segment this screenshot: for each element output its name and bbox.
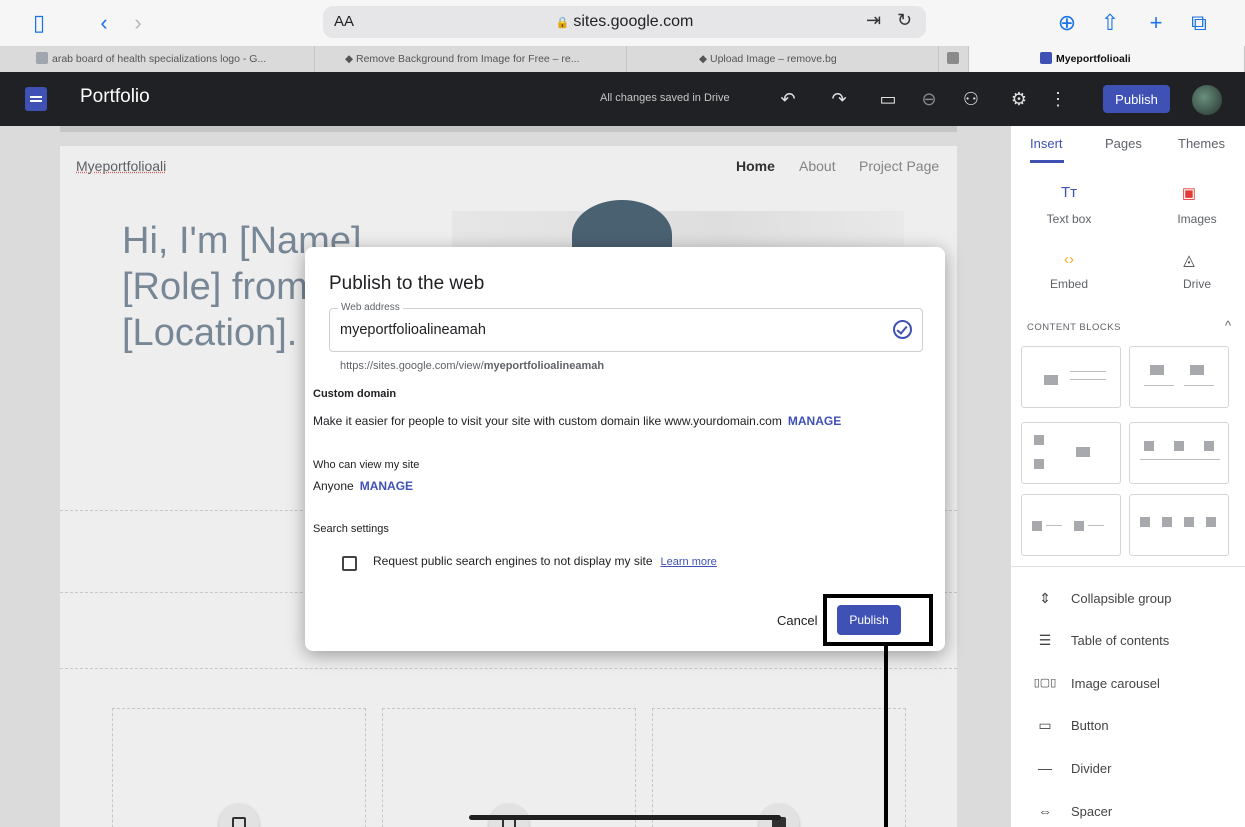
address-text: 🔒 sites.google.com <box>323 13 926 31</box>
panel-divider <box>1011 566 1245 567</box>
tab-pages[interactable]: Pages <box>1105 136 1142 151</box>
content-block-tile[interactable] <box>1129 422 1229 484</box>
tab-insert[interactable]: Insert <box>1030 136 1063 151</box>
address-bar[interactable]: AA 🔒 sites.google.com ⇥ ↻ <box>323 6 926 38</box>
lock-icon: 🔒 <box>555 17 570 29</box>
highlight-pointer <box>884 646 888 827</box>
site-title[interactable]: Portfolio <box>80 86 150 108</box>
reload-icon[interactable]: ↻ <box>897 10 912 31</box>
web-address-input[interactable] <box>340 319 860 341</box>
tab-1[interactable]: arab board of health specializations log… <box>0 46 315 72</box>
content-block-tile[interactable] <box>1021 422 1121 484</box>
content-block-tile[interactable] <box>1129 346 1229 408</box>
custom-domain-title: Custom domain <box>313 388 397 400</box>
dialog-title: Publish to the web <box>329 273 485 294</box>
insert-table-of-contents[interactable]: Table of contents <box>1071 633 1169 648</box>
tab-favicon-icon <box>947 52 959 64</box>
images-icon[interactable]: ▣ <box>1159 184 1219 202</box>
tab-favicon-icon: ◆ <box>699 53 710 65</box>
content-block-tile[interactable] <box>1021 494 1121 556</box>
chevron-up-icon[interactable]: ^ <box>1225 318 1231 333</box>
search-engines-label[interactable]: Request public search engines to not dis… <box>373 554 717 568</box>
more-options-icon[interactable]: ⋮ <box>1046 86 1070 112</box>
share-extension-icon[interactable]: ⇥ <box>866 10 881 31</box>
insert-spacer[interactable]: Spacer <box>1071 804 1112 819</box>
site-url-preview: https://sites.google.com/view/myeportfol… <box>340 360 605 372</box>
custom-domain-manage-link[interactable]: MANAGE <box>788 414 841 428</box>
tab-favicon-icon <box>36 52 48 64</box>
browser-toolbar: ▯ ‹ › AA 🔒 sites.google.com ⇥ ↻ ⊕ ⇧ + ⧉ <box>0 0 1245 46</box>
embed-icon[interactable]: ‹› <box>1039 251 1099 268</box>
insert-collapsible-group[interactable]: Collapsible group <box>1071 591 1171 606</box>
image-carousel-icon: ▯▢▯ <box>1033 677 1057 689</box>
tab-4[interactable] <box>939 46 969 72</box>
insert-divider[interactable]: Divider <box>1071 761 1111 776</box>
search-settings-title: Search settings <box>313 523 389 535</box>
undo-icon[interactable]: ↶ <box>776 86 800 112</box>
new-tab-icon[interactable]: + <box>1141 8 1171 38</box>
share-icon[interactable]: ⇧ <box>1095 8 1125 38</box>
tab-favicon-icon: ◆ <box>345 53 356 65</box>
tab-active[interactable]: Myeportfolioali <box>969 46 1245 72</box>
save-status: All changes saved in Drive <box>600 92 730 104</box>
sites-favicon-icon <box>1040 52 1052 64</box>
back-icon[interactable]: ‹ <box>89 8 119 38</box>
tab-3[interactable]: ◆ Upload Image – remove.bg <box>627 46 939 72</box>
sites-header: Portfolio All changes saved in Drive ↶ ↷… <box>0 72 1245 126</box>
share-with-others-icon[interactable]: ⚇ <box>959 86 983 112</box>
insert-drive[interactable]: Drive <box>1157 277 1237 291</box>
who-can-view-value: Anyone MANAGE <box>313 479 414 493</box>
check-circle-icon <box>893 320 912 339</box>
downloads-icon[interactable]: ⊕ <box>1052 8 1082 38</box>
collapsible-group-icon: ⇕ <box>1039 590 1051 606</box>
tab-bar: arab board of health specializations log… <box>0 46 1245 72</box>
button-icon: ▭ <box>1038 717 1052 733</box>
content-block-tile[interactable] <box>1129 494 1229 556</box>
tab-overview-icon[interactable]: ⧉ <box>1184 8 1214 38</box>
settings-icon[interactable]: ⚙ <box>1007 86 1031 112</box>
url-label: sites.google.com <box>573 13 694 30</box>
divider-icon: — <box>1038 760 1052 776</box>
redo-icon[interactable]: ↷ <box>827 86 851 112</box>
content-blocks-header[interactable]: CONTENT BLOCKS <box>1027 322 1121 333</box>
insert-image-carousel[interactable]: Image carousel <box>1071 676 1160 691</box>
publish-dialog: Publish to the web Web address https://s… <box>305 247 945 651</box>
web-address-label: Web address <box>338 302 403 313</box>
spacer-icon: ⇔ <box>1038 803 1052 819</box>
tab-2[interactable]: ◆ Remove Background from Image for Free … <box>315 46 627 72</box>
insert-button[interactable]: Button <box>1071 718 1109 733</box>
content-block-tile[interactable] <box>1021 346 1121 408</box>
insert-text-box[interactable]: Text box <box>1029 212 1109 226</box>
who-can-view-title: Who can view my site <box>313 459 420 471</box>
search-engines-checkbox[interactable] <box>342 556 357 571</box>
link-icon[interactable]: ⊖ <box>917 86 941 112</box>
header-publish-button[interactable]: Publish <box>1103 85 1170 113</box>
preview-icon[interactable]: ▭ <box>876 86 900 112</box>
avatar[interactable] <box>1192 85 1222 115</box>
text-box-icon[interactable]: Tт <box>1039 184 1099 201</box>
insert-embed[interactable]: Embed <box>1029 277 1109 291</box>
who-can-view-manage-link[interactable]: MANAGE <box>360 479 413 493</box>
sidebar-toggle-icon[interactable]: ▯ <box>24 8 54 38</box>
drive-icon[interactable]: ◬ <box>1159 251 1219 269</box>
web-address-field[interactable]: Web address <box>329 302 923 352</box>
insert-panel: Insert Pages Themes Tт Text box ▣ Images… <box>1010 126 1245 827</box>
table-of-contents-icon: ☰ <box>1038 632 1052 648</box>
custom-domain-text: Make it easier for people to visit your … <box>313 414 842 428</box>
learn-more-link[interactable]: Learn more <box>661 556 717 568</box>
forward-icon[interactable]: › <box>123 8 153 38</box>
sites-logo-icon[interactable] <box>25 87 47 111</box>
insert-images[interactable]: Images <box>1157 212 1237 226</box>
cancel-button[interactable]: Cancel <box>777 613 817 628</box>
tab-themes[interactable]: Themes <box>1178 136 1225 151</box>
active-tab-indicator <box>1030 160 1064 163</box>
highlight-box <box>823 594 933 646</box>
